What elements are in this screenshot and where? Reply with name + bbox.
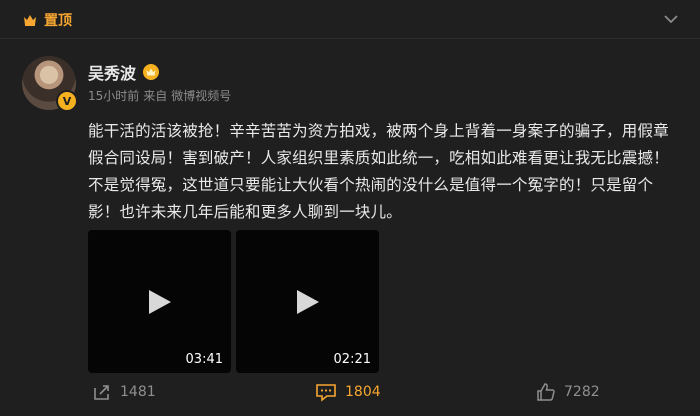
like-count: 7282 xyxy=(564,384,600,400)
repost-count: 1481 xyxy=(120,384,156,400)
thumbs-up-icon xyxy=(537,383,555,401)
share-arrow-icon xyxy=(94,385,109,400)
pinned-indicator: 置顶 xyxy=(22,9,72,31)
source-prefix: 来自 xyxy=(143,89,168,103)
post-source[interactable]: 微博视频号 xyxy=(171,87,231,104)
post-meta: 15小时前 来自 微博视频号 xyxy=(88,87,231,104)
video-duration: 02:21 xyxy=(333,352,371,367)
crown-pin-icon xyxy=(24,15,36,26)
like-button[interactable]: 7282 xyxy=(536,382,600,402)
comment-bubble-icon xyxy=(316,384,336,402)
member-crown-icon[interactable] xyxy=(142,63,160,81)
comment-button[interactable]: 1804 xyxy=(315,382,381,402)
verified-v-icon: V xyxy=(56,90,78,112)
header-divider xyxy=(0,38,700,39)
username-row: 吴秀波 xyxy=(88,60,160,84)
video-thumbnail-1[interactable]: 03:41 xyxy=(88,230,231,373)
chevron-down-icon[interactable] xyxy=(662,10,680,28)
username[interactable]: 吴秀波 xyxy=(88,60,136,84)
post-text: 能干活的活该被抢！辛辛苦苦为资方拍戏，被两个身上背着一身案子的骗子，用假章假合同… xyxy=(88,122,669,221)
pinned-label: 置顶 xyxy=(44,13,72,29)
video-thumbnail-2[interactable]: 02:21 xyxy=(236,230,379,373)
play-icon[interactable] xyxy=(147,288,173,316)
repost-button[interactable]: 1481 xyxy=(92,382,156,402)
action-bar: 1481 1804 7282 xyxy=(0,382,700,412)
comment-count: 1804 xyxy=(345,384,381,400)
post-time[interactable]: 15小时前 xyxy=(88,87,139,104)
play-icon[interactable] xyxy=(295,288,321,316)
video-duration: 03:41 xyxy=(185,352,223,367)
avatar[interactable]: V xyxy=(22,56,78,112)
